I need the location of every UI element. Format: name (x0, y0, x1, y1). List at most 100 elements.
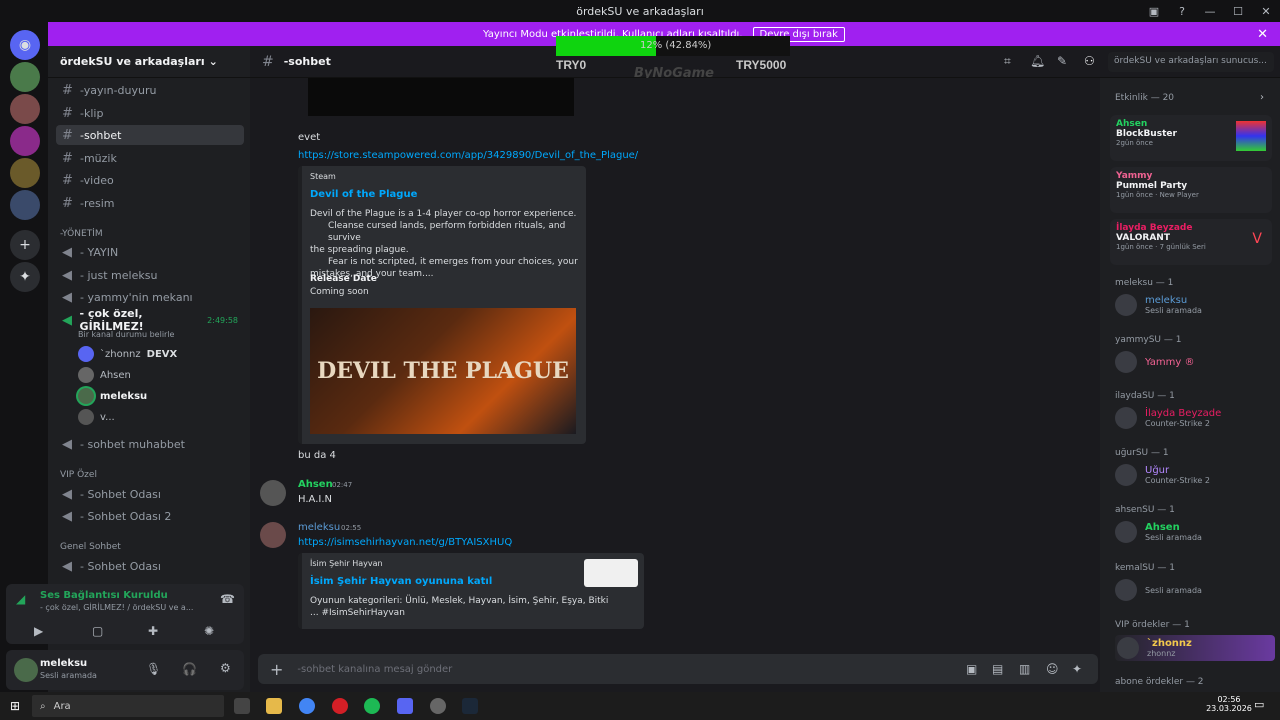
channel-item-active[interactable]: # -sohbet (56, 125, 244, 145)
channel-item[interactable]: # -yayın-duyuru (56, 80, 244, 100)
disconnect-icon[interactable]: ☎ (220, 592, 235, 606)
gif-icon[interactable]: ▤ (992, 662, 1003, 676)
soundboard-icon[interactable]: ✺ (204, 624, 214, 638)
embed-title[interactable]: Devil of the Plague (310, 189, 417, 200)
member-item[interactable]: `zhonnz zhonnz (1115, 635, 1275, 661)
minimize-icon[interactable]: — (1196, 5, 1224, 18)
message-link[interactable]: https://isimsehirhayvan.net/g/BTYAISXHUQ (298, 537, 512, 548)
threads-icon[interactable]: ⌗ (1004, 54, 1011, 69)
microphone-icon[interactable]: 🎙 (146, 662, 161, 676)
pin-icon[interactable]: ✎ (1057, 54, 1067, 68)
embed-description: Devil of the Plague is a 1-4 player co-o… (310, 209, 578, 279)
channel-item[interactable]: # -video (56, 170, 244, 190)
add-attachment-icon[interactable]: + (270, 660, 283, 679)
channel-item[interactable]: # -müzik (56, 148, 244, 168)
chrome-icon[interactable] (299, 698, 315, 714)
close-icon[interactable]: ✕ (1252, 5, 1280, 18)
voice-channel-active[interactable]: ◀ - çok özel, GİRİLMEZ! 2:49:58 (56, 307, 244, 333)
voice-status-sub[interactable]: - çok özel, GİRİLMEZ! / ördekSU ve a... (40, 603, 193, 612)
voice-channel[interactable]: ◀ - Sohbet Odası (56, 484, 244, 504)
chevron-right-icon[interactable]: › (1260, 92, 1264, 103)
avatar[interactable] (260, 522, 286, 548)
taskbar-search[interactable]: ⌕ Ara (32, 695, 224, 717)
member-item[interactable]: Yammy ® (1115, 351, 1194, 373)
settings-gear-icon[interactable]: ⚙ (220, 661, 231, 675)
avatar[interactable] (260, 480, 286, 506)
obs-icon[interactable] (430, 698, 446, 714)
server-icon[interactable] (10, 94, 40, 124)
embed-description: Oyunun kategorileri: Ünlü, Meslek, Hayva… (310, 596, 609, 618)
camera-icon[interactable]: ▶ (34, 624, 43, 638)
screen-share-icon[interactable]: ▢ (92, 624, 103, 638)
composer-input[interactable]: -sohbet kanalına mesaj gönder (297, 664, 452, 675)
server-header[interactable]: ördekSU ve arkadaşları ⌄ (48, 46, 250, 78)
author-name[interactable]: Ahsen (298, 479, 333, 490)
voice-user[interactable]: Ahsen (78, 367, 131, 383)
signal-icon[interactable]: ◢ (16, 592, 25, 606)
voice-channel[interactable]: ◀ - Sohbet Odası 2 (56, 506, 244, 526)
search-input[interactable]: ördekSU ve arkadaşları sunucus... (1108, 52, 1274, 72)
speaker-icon: ◀ (62, 508, 72, 524)
banner-close-icon[interactable]: ✕ (1257, 27, 1268, 42)
members-icon[interactable]: ⚇ (1084, 54, 1095, 68)
spotify-icon[interactable] (364, 698, 380, 714)
embed-image[interactable]: DEVIL THE PLAGUE (310, 308, 576, 434)
bell-icon[interactable]: 🔔︎ (1030, 54, 1045, 68)
activities-icon[interactable]: ✚ (148, 624, 158, 638)
apps-icon[interactable]: ✦ (1072, 662, 1082, 676)
category-genel[interactable]: Genel Sohbet (60, 542, 121, 552)
voice-user[interactable]: `zhonnz DEVX (78, 346, 177, 362)
author-name[interactable]: meleksu (298, 522, 340, 533)
channel-title: -sohbet (283, 55, 331, 68)
channel-item[interactable]: # -resim (56, 193, 244, 213)
avatar[interactable] (14, 658, 38, 682)
member-item[interactable]: Ahsen Sesli aramada (1115, 521, 1202, 543)
windows-start-icon[interactable]: ⊞ (10, 699, 20, 713)
headphones-icon[interactable]: 🎧 (182, 662, 197, 676)
category-yonetim[interactable]: -YÖNETİM (60, 229, 103, 239)
gift-icon[interactable]: ▣ (966, 662, 977, 676)
server-icon[interactable] (10, 62, 40, 92)
member-item[interactable]: Uğur Counter-Strike 2 (1115, 464, 1210, 486)
voice-channel[interactable]: ◀ - Sohbet Odası (56, 556, 244, 576)
embed-title[interactable]: İsim Şehir Hayvan oyununa katıl (310, 576, 492, 587)
voice-channel[interactable]: ◀ - yammy'nin mekanı (56, 287, 244, 307)
discord-icon[interactable] (397, 698, 413, 714)
message-link[interactable]: https://store.steampowered.com/app/34298… (298, 150, 638, 161)
inbox-icon[interactable]: ▣ (1140, 5, 1168, 18)
member-item[interactable]: meleksu Sesli aramada (1115, 294, 1202, 316)
channel-item[interactable]: # -klip (56, 103, 244, 123)
embed-image[interactable] (308, 78, 574, 116)
explore-icon[interactable]: ✦ (10, 262, 40, 292)
server-icon[interactable] (10, 158, 40, 188)
sticker-icon[interactable]: ▥ (1019, 662, 1030, 676)
member-item[interactable]: Sesli aramada (1115, 579, 1202, 601)
add-server-icon[interactable]: + (10, 230, 40, 260)
task-view-icon[interactable] (234, 698, 250, 714)
voice-channel[interactable]: ◀ - YAYIN (56, 242, 244, 262)
voice-channel[interactable]: ◀ - sohbet muhabbet (56, 434, 244, 454)
help-icon[interactable]: ? (1168, 5, 1196, 18)
clock[interactable]: 02:56 23.03.2026 (1206, 695, 1252, 713)
server-icon[interactable] (10, 190, 40, 220)
notification-icon[interactable]: ▭ (1254, 698, 1264, 711)
activity-card[interactable]: Ahsen BlockBuster 2gün önce (1110, 115, 1272, 161)
channel-status[interactable]: Bir kanal durumu belirle (78, 330, 174, 339)
emoji-icon[interactable]: ☺ (1046, 662, 1059, 676)
maximize-icon[interactable]: ☐ (1224, 5, 1252, 18)
file-explorer-icon[interactable] (266, 698, 282, 714)
discord-home-icon[interactable]: ◉ (10, 30, 40, 60)
server-icon[interactable] (10, 126, 40, 156)
member-item[interactable]: İlayda Beyzade Counter-Strike 2 (1115, 407, 1221, 429)
voice-user[interactable]: v... (78, 409, 115, 425)
activity-card[interactable]: İlayda Beyzade VALORANT 1gün önce · 7 gü… (1110, 219, 1272, 265)
embed-thumbnail[interactable] (584, 559, 638, 587)
voice-channel[interactable]: ◀ - just meleksu (56, 265, 244, 285)
speaker-icon: ◀ (62, 289, 72, 305)
steam-icon[interactable] (462, 698, 478, 714)
opera-icon[interactable] (332, 698, 348, 714)
category-vip[interactable]: VIP Özel (60, 470, 97, 480)
voice-user[interactable]: meleksu (78, 388, 147, 404)
activity-card[interactable]: Yammy Pummel Party 1gün önce · New Playe… (1110, 167, 1272, 213)
user-name: meleksu (40, 658, 88, 669)
